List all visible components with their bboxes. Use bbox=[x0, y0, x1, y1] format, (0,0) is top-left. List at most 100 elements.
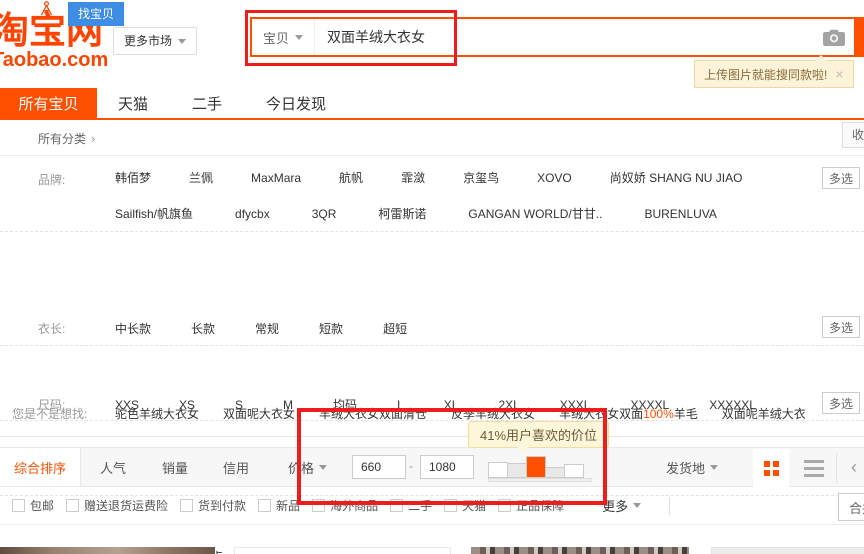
multi-select-button[interactable]: 多选 bbox=[822, 167, 860, 189]
brand-list-line1: 韩佰梦 兰佩 MaxMara 航帆 霏潋 京玺鸟 XOVO 尚奴娇 SHANG NU JIAO bbox=[115, 156, 814, 186]
length-link[interactable]: 长款 bbox=[191, 320, 215, 337]
checkbox-label: 天猫 bbox=[462, 497, 486, 514]
list-view-icon bbox=[804, 460, 824, 463]
suggest-link[interactable]: 驼色羊绒大衣女 bbox=[115, 405, 199, 422]
person-icon bbox=[38, 1, 55, 21]
more-markets-label: 更多市场 bbox=[124, 28, 172, 54]
image-search-camera-button[interactable] bbox=[814, 19, 854, 55]
view-list-toggle[interactable] bbox=[793, 449, 835, 487]
filter-checkbox[interactable]: 赠送退货运费险 bbox=[66, 497, 168, 514]
checkbox-icon[interactable] bbox=[312, 499, 325, 512]
suggest-link[interactable]: 羊绒大衣女双面清仓 bbox=[319, 405, 427, 422]
chevron-down-icon bbox=[633, 503, 641, 508]
length-link[interactable]: 短款 bbox=[319, 320, 343, 337]
length-link[interactable]: 中长款 bbox=[115, 320, 151, 337]
merge-same-items-button[interactable]: 合并 bbox=[838, 493, 864, 521]
condition-dropdown-list: 袖长 选购热点 成分含量 材质 相关分类 bbox=[115, 534, 814, 554]
price-histogram-slider[interactable] bbox=[488, 454, 592, 478]
view-grid-toggle[interactable] bbox=[753, 449, 789, 487]
multi-select-button[interactable]: 多选 bbox=[822, 316, 860, 338]
filter-checkbox[interactable]: 新品 bbox=[258, 497, 300, 514]
close-icon[interactable]: × bbox=[835, 67, 843, 81]
upload-image-tooltip: 上传图片就能搜同款啦! × bbox=[694, 60, 854, 88]
brand-link[interactable]: 京玺鸟 bbox=[463, 169, 499, 186]
more-markets-button[interactable]: 更多市场 bbox=[113, 27, 197, 55]
suggest-link[interactable]: 羊绒大衣女双面100%羊毛 bbox=[559, 405, 698, 422]
checkbox-label: 海外商品 bbox=[330, 497, 378, 514]
filter-checkbox[interactable]: 二手 bbox=[390, 497, 432, 514]
tab-today-discover[interactable]: 今日发现 bbox=[266, 93, 326, 114]
service-filter-row: 包邮 赠送退货运费险 货到付款 新品 海外商品 二手 天猫 正品 bbox=[0, 487, 864, 525]
search-category-label: 宝贝 bbox=[263, 28, 289, 47]
length-link[interactable]: 常规 bbox=[255, 320, 279, 337]
suggest-label: 您是不是想找: bbox=[12, 405, 87, 422]
checkbox-label: 货到付款 bbox=[198, 497, 246, 514]
brand-link[interactable]: GANGAN WORLD/甘甘.. bbox=[468, 205, 602, 222]
length-link[interactable]: 超短 bbox=[383, 320, 407, 337]
filter-checkbox[interactable]: 海外商品 bbox=[312, 497, 378, 514]
checkbox-icon[interactable] bbox=[444, 499, 457, 512]
filter-label-brand: 品牌: bbox=[38, 171, 65, 188]
product-thumbnail[interactable] bbox=[0, 547, 215, 554]
tab-secondhand[interactable]: 二手 bbox=[192, 93, 222, 114]
ship-from-label: 发货地 bbox=[666, 458, 705, 477]
tab-all-items[interactable]: 所有宝贝 bbox=[0, 88, 97, 118]
product-thumbnail[interactable] bbox=[711, 547, 864, 554]
sort-comprehensive[interactable]: 综合排序 bbox=[0, 448, 81, 486]
brand-link[interactable]: MaxMara bbox=[251, 171, 301, 185]
price-histogram-baseline bbox=[488, 478, 592, 482]
ship-from-dropdown[interactable]: 发货地 bbox=[666, 448, 718, 486]
chevron-down-icon bbox=[710, 465, 718, 470]
brand-link[interactable]: 柯雷斯诺 bbox=[378, 205, 426, 222]
chevron-left-icon[interactable]: ‹ bbox=[844, 448, 864, 486]
sort-sales[interactable]: 销量 bbox=[162, 448, 188, 486]
sort-bar: 综合排序 人气 销量 信用 价格 - 发货地 ‹ bbox=[0, 447, 864, 487]
sort-price[interactable]: 价格 bbox=[288, 448, 327, 486]
checkbox-icon[interactable] bbox=[258, 499, 271, 512]
checkbox-icon[interactable] bbox=[66, 499, 79, 512]
tab-tmall[interactable]: 天猫 bbox=[118, 93, 148, 114]
checkbox-label: 新品 bbox=[276, 497, 300, 514]
brand-link[interactable]: 尚奴娇 SHANG NU JIAO bbox=[610, 169, 743, 186]
brand-link[interactable]: Sailfish/帆旗鱼 bbox=[115, 205, 193, 222]
suggest-link[interactable]: 双面呢羊绒大衣 bbox=[722, 405, 806, 422]
filter-checkbox[interactable]: 货到付款 bbox=[180, 497, 246, 514]
brand-link[interactable]: 兰佩 bbox=[189, 169, 213, 186]
filter-checkbox[interactable]: 天猫 bbox=[444, 497, 486, 514]
sort-credit[interactable]: 信用 bbox=[223, 448, 249, 486]
brand-link[interactable]: 航帆 bbox=[339, 169, 363, 186]
logo-en-text: Taobao.com bbox=[0, 50, 108, 70]
checkbox-icon[interactable] bbox=[12, 499, 25, 512]
brand-link[interactable]: dfycbx bbox=[235, 207, 270, 221]
collapse-filter-button[interactable]: 收 bbox=[842, 122, 864, 148]
brand-link[interactable]: XOVO bbox=[537, 171, 572, 185]
price-max-input[interactable] bbox=[420, 455, 474, 479]
brand-link[interactable]: 韩佰梦 bbox=[115, 169, 151, 186]
chevron-down-icon bbox=[295, 35, 303, 40]
search-button-sliver[interactable] bbox=[856, 17, 864, 57]
chevron-right-icon: › bbox=[91, 131, 95, 146]
brand-link[interactable]: 霏潋 bbox=[401, 169, 425, 186]
search-input[interactable] bbox=[315, 19, 814, 55]
suggest-link[interactable]: 反季羊绒大衣女 bbox=[451, 405, 535, 422]
price-min-input[interactable] bbox=[352, 455, 406, 479]
breadcrumb-label: 所有分类 bbox=[38, 130, 86, 147]
search-bar: 宝贝 bbox=[250, 17, 856, 57]
more-filters-dropdown[interactable]: 更多 bbox=[602, 496, 641, 515]
brand-link[interactable]: 3QR bbox=[312, 207, 337, 221]
breadcrumb[interactable]: 所有分类 › bbox=[38, 130, 95, 147]
filter-checkbox[interactable]: 正品保障 bbox=[498, 497, 564, 514]
product-thumbnail[interactable] bbox=[471, 547, 689, 554]
filter-checkbox[interactable]: 包邮 bbox=[12, 497, 54, 514]
product-thumbnail[interactable] bbox=[234, 547, 451, 554]
checkbox-label: 包邮 bbox=[30, 497, 54, 514]
suggest-link[interactable]: 双面呢大衣女 bbox=[223, 405, 295, 422]
find-item-tag[interactable]: 找宝贝 bbox=[68, 2, 124, 26]
checkbox-icon[interactable] bbox=[498, 499, 511, 512]
length-list: 中长款 长款 常规 短款 超短 bbox=[115, 308, 814, 337]
brand-link[interactable]: BURENLUVA bbox=[644, 207, 716, 221]
checkbox-icon[interactable] bbox=[180, 499, 193, 512]
checkbox-icon[interactable] bbox=[390, 499, 403, 512]
sort-popularity[interactable]: 人气 bbox=[100, 448, 126, 486]
search-category-dropdown[interactable]: 宝贝 bbox=[252, 19, 315, 55]
